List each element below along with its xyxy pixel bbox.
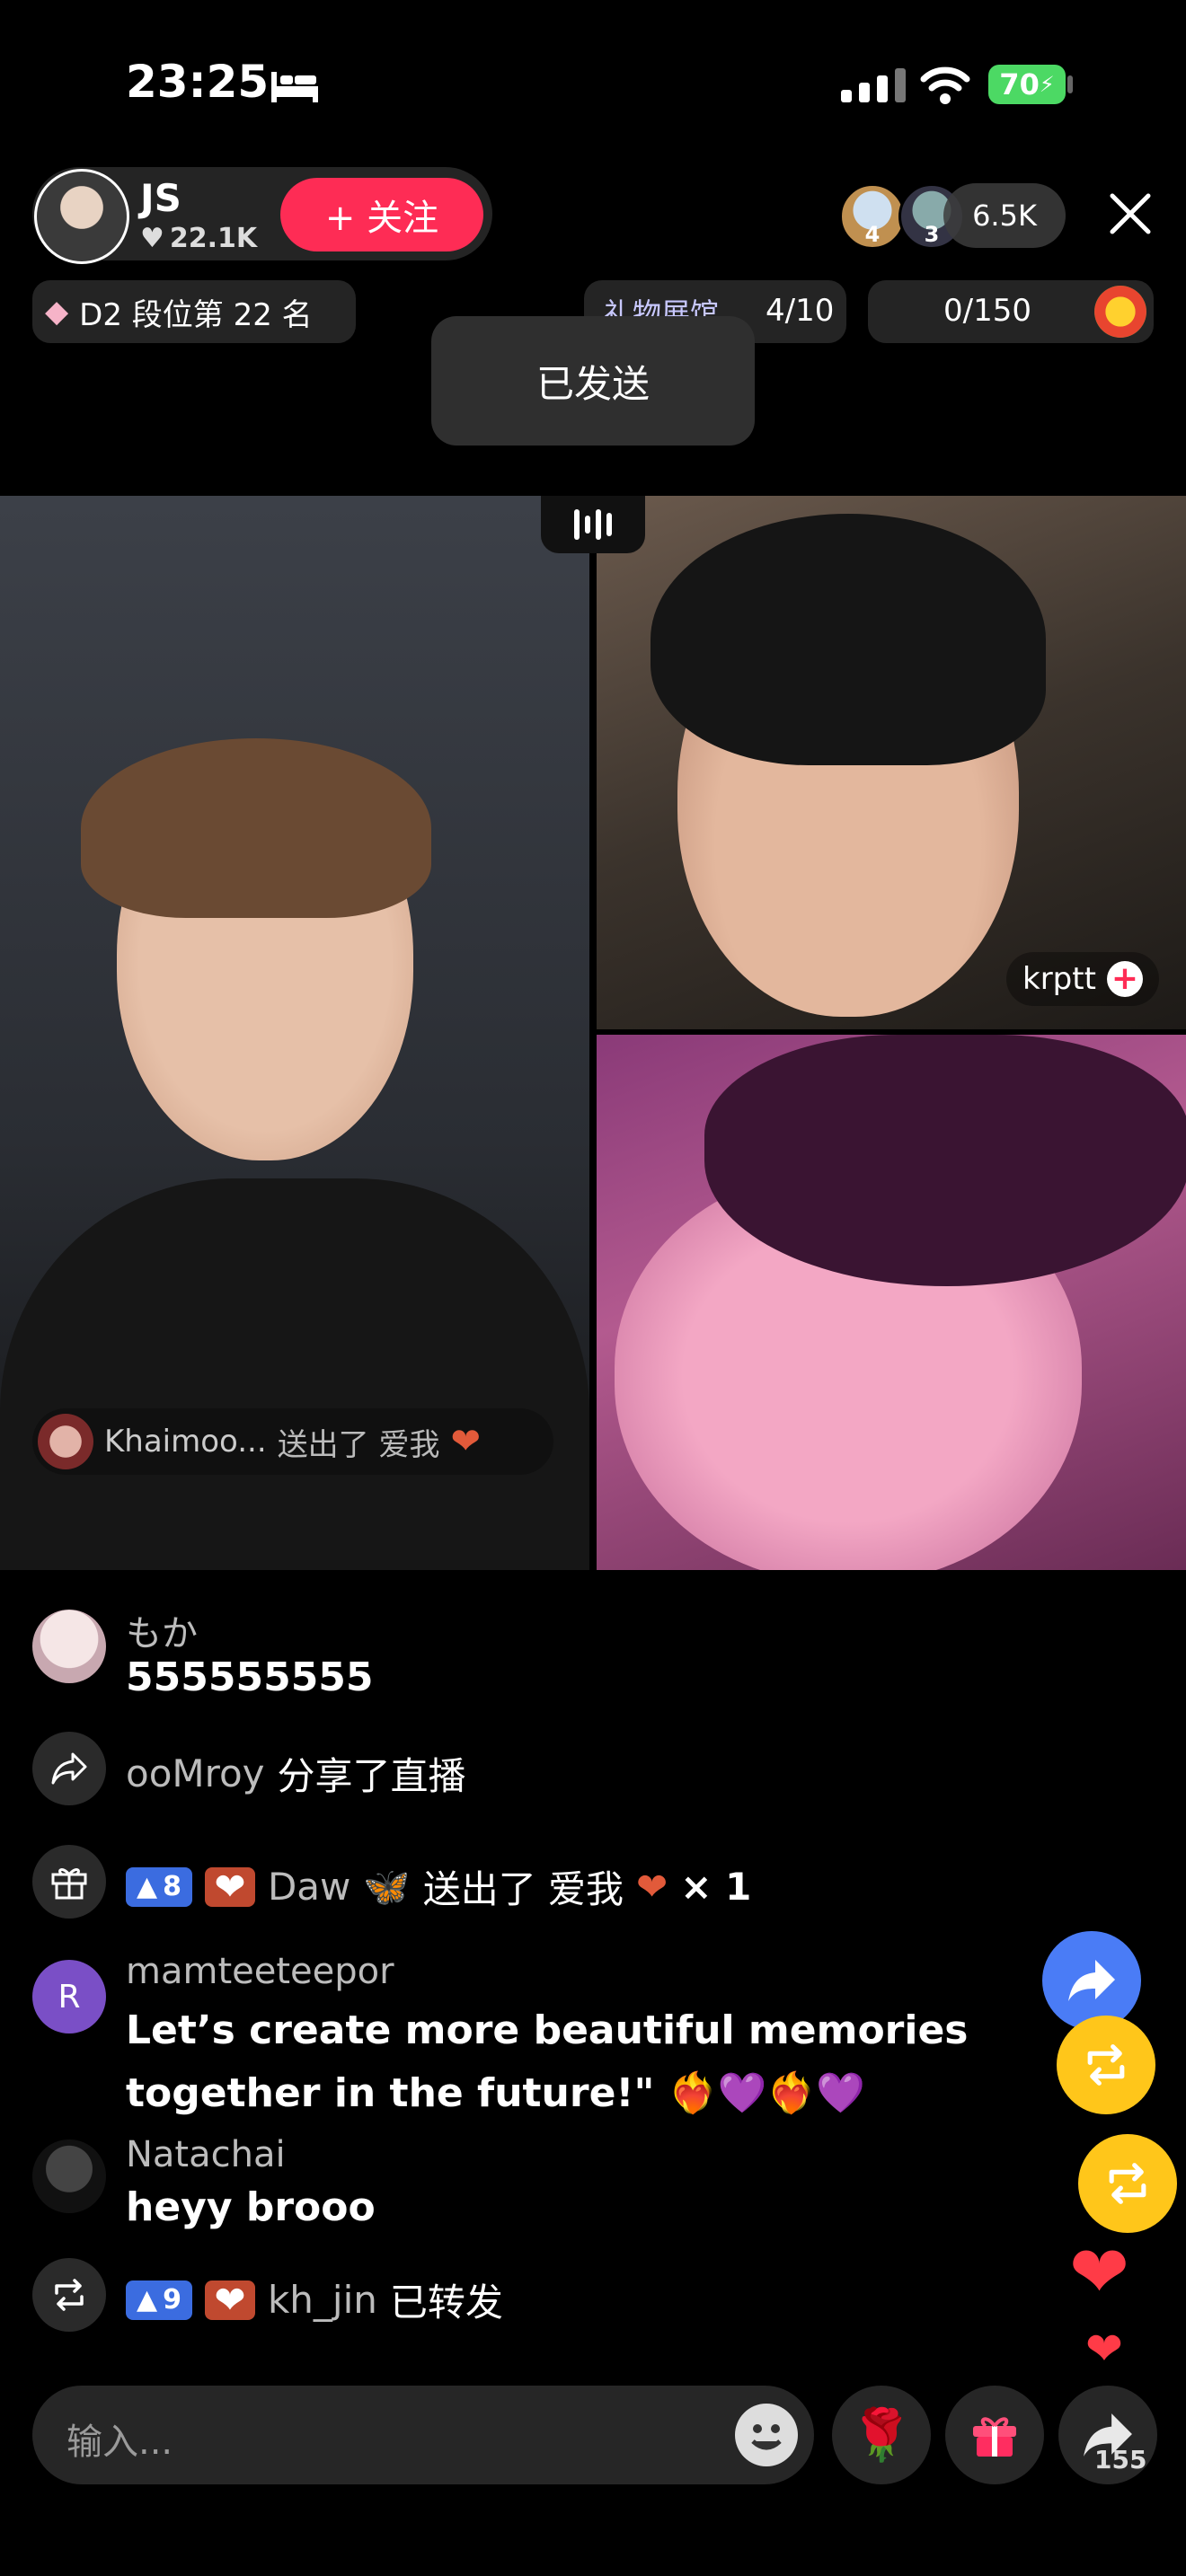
guest2-hair-image <box>704 1035 1186 1286</box>
gifter-avatar <box>38 1414 93 1469</box>
rank-badge[interactable]: ◆ D2 段位第 22 名 <box>32 280 356 343</box>
wifi-icon <box>920 66 970 104</box>
comment-text: Let’s create more beautiful memories tog… <box>126 2007 969 2116</box>
comment-avatar[interactable]: R <box>32 1960 106 2033</box>
fan-heart-badge-icon: ❤ <box>204 2278 255 2322</box>
floating-heart-icon: ❤ <box>1085 2323 1123 2375</box>
host-hair-image <box>81 738 431 918</box>
comment-username[interactable]: kh_jin <box>268 2278 377 2322</box>
status-time: 23:25 <box>126 56 270 108</box>
goal-count: 0/150 <box>943 293 1031 329</box>
comment-username[interactable]: もか <box>126 1604 198 1656</box>
rose-gift-button[interactable]: 🌹 <box>832 2386 931 2484</box>
level-icon: ▲ <box>137 2284 158 2316</box>
comment-username[interactable]: Natachai <box>126 2134 286 2175</box>
comment-username[interactable]: mamteeteepor <box>126 1951 394 1992</box>
host-name: JS <box>140 176 181 220</box>
emoji-icon[interactable] <box>735 2404 798 2466</box>
gift-count: × 1 <box>680 1865 752 1909</box>
comment-text: 已转发 <box>389 2280 503 2325</box>
gift-banner: Khaimoo... 送出了 爱我 ❤ <box>32 1408 553 1475</box>
follow-guest-icon[interactable]: + <box>1106 961 1143 997</box>
diamond-icon: ◆ <box>45 294 69 330</box>
heart-emojis-icon: ❤️‍🔥💜❤️‍🔥💜 <box>668 2070 865 2116</box>
host-likes: ♥ 22.1K <box>140 223 258 254</box>
comment-avatar[interactable] <box>32 1610 106 1683</box>
comment-line: ▲ 8 ❤ Daw 🦋 送出了 爱我 ❤ × 1 <box>126 1859 751 1914</box>
comment-username[interactable]: Daw <box>268 1865 350 1909</box>
heart-gift-icon: ❤ <box>636 1865 668 1909</box>
level-badge: ▲ 9 <box>126 2280 192 2320</box>
repost-fab-icon[interactable] <box>1057 2016 1155 2114</box>
guest-video-1[interactable] <box>597 496 1186 1029</box>
level-icon: ▲ <box>137 1871 158 1902</box>
share-icon <box>32 1732 106 1805</box>
comment-avatar[interactable] <box>32 2139 106 2213</box>
repost-fab-icon[interactable] <box>1078 2134 1177 2233</box>
guest-name-tag[interactable]: krptt + <box>1006 952 1159 1006</box>
gift-button[interactable] <box>945 2386 1044 2484</box>
gifter-name: Khaimoo... <box>104 1424 267 1460</box>
host-avatar[interactable] <box>34 169 129 264</box>
rose-icon: 🌹 <box>850 2406 913 2465</box>
toast-message: 已发送 <box>431 316 755 446</box>
gift-box-icon <box>973 2417 1016 2457</box>
goal-gift-icon <box>1094 286 1146 338</box>
repost-icon <box>32 2258 106 2332</box>
comment-input-placeholder: 输入... <box>66 2422 173 2463</box>
guest-name: krptt <box>1022 961 1096 997</box>
cellular-signal-icon <box>841 68 906 102</box>
share-fab-icon[interactable] <box>1042 1931 1141 2030</box>
battery-indicator: 70 ⚡ <box>988 65 1066 104</box>
layout-handle-icon[interactable] <box>541 496 645 553</box>
floating-heart-icon: ❤ <box>1069 2230 1130 2314</box>
heart-icon: ♥ <box>140 223 164 254</box>
rank-label: D2 段位第 22 名 <box>79 296 313 333</box>
share-count: 155 <box>1094 2445 1147 2475</box>
gift-action: 送出了 爱我 <box>277 1426 440 1463</box>
comment-text: heyy brooo <box>126 2184 376 2230</box>
comment-text: 555555555 <box>126 1654 374 1700</box>
battery-cap <box>1067 75 1073 93</box>
fan-heart-badge-icon: ❤ <box>204 1865 255 1909</box>
butterfly-icon: 🦋 <box>363 1864 411 1909</box>
guest1-hair-image <box>651 514 1046 765</box>
close-icon[interactable] <box>1107 190 1154 237</box>
gift-icon <box>32 1845 106 1919</box>
comment-line: ▲ 9 ❤ kh_jin 已转发 <box>126 2272 503 2327</box>
sleep-focus-icon <box>271 72 318 102</box>
comment-text: 送出了 爱我 <box>422 1867 624 1911</box>
level-badge: ▲ 8 <box>126 1866 192 1907</box>
viewer-count[interactable]: 6.5K <box>943 183 1066 248</box>
host-shirt-image <box>0 1178 589 1570</box>
heart-gift-icon: ❤ <box>450 1421 482 1462</box>
comment-username[interactable]: ooMroy <box>126 1751 265 1795</box>
comment-line: ooMroy 分享了直播 <box>126 1746 466 1801</box>
follow-button[interactable]: + 关注 <box>280 178 483 251</box>
comment-text: 分享了直播 <box>277 1754 466 1798</box>
gift-hall-count: 4/10 <box>766 293 835 329</box>
top-viewer-avatar[interactable]: 4 <box>839 183 906 250</box>
guest-video-2[interactable] <box>597 1035 1186 1570</box>
